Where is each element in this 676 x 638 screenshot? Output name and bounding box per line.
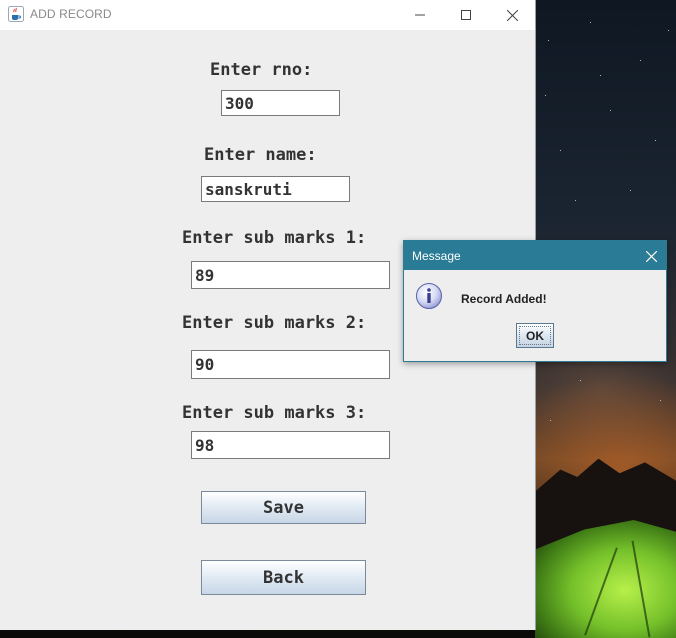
marks2-label: Enter sub marks 2:	[182, 313, 367, 333]
ok-button-label: OK	[526, 328, 544, 343]
close-button[interactable]	[489, 0, 535, 30]
marks1-input[interactable]	[191, 261, 390, 289]
message-dialog: Message Record Added! OK	[403, 240, 667, 362]
save-button-label: Save	[263, 497, 304, 518]
marks3-label: Enter sub marks 3:	[182, 403, 367, 423]
back-button[interactable]: Back	[201, 560, 366, 595]
back-button-label: Back	[263, 567, 304, 588]
window-titlebar[interactable]: ADD RECORD	[0, 0, 535, 30]
maximize-button[interactable]	[443, 0, 489, 30]
dialog-close-button[interactable]	[640, 245, 662, 267]
minimize-button[interactable]	[397, 0, 443, 30]
save-button[interactable]: Save	[201, 491, 366, 524]
ok-button[interactable]: OK	[516, 323, 554, 348]
rno-label: Enter rno:	[210, 60, 313, 80]
name-label: Enter name:	[204, 145, 317, 165]
dialog-message: Record Added!	[461, 292, 547, 306]
marks1-label: Enter sub marks 1:	[182, 228, 367, 248]
minimize-icon	[415, 14, 425, 16]
marks2-input[interactable]	[191, 350, 390, 379]
marks3-input[interactable]	[191, 431, 390, 459]
dialog-title: Message	[412, 249, 461, 263]
maximize-icon	[461, 10, 471, 20]
name-input[interactable]	[201, 176, 350, 202]
java-cup-icon	[8, 6, 24, 22]
rno-input[interactable]	[221, 90, 340, 116]
window-title: ADD RECORD	[30, 7, 112, 21]
close-icon	[645, 250, 657, 262]
close-icon	[506, 9, 518, 21]
dialog-titlebar[interactable]: Message	[404, 241, 666, 270]
info-icon	[416, 283, 442, 309]
